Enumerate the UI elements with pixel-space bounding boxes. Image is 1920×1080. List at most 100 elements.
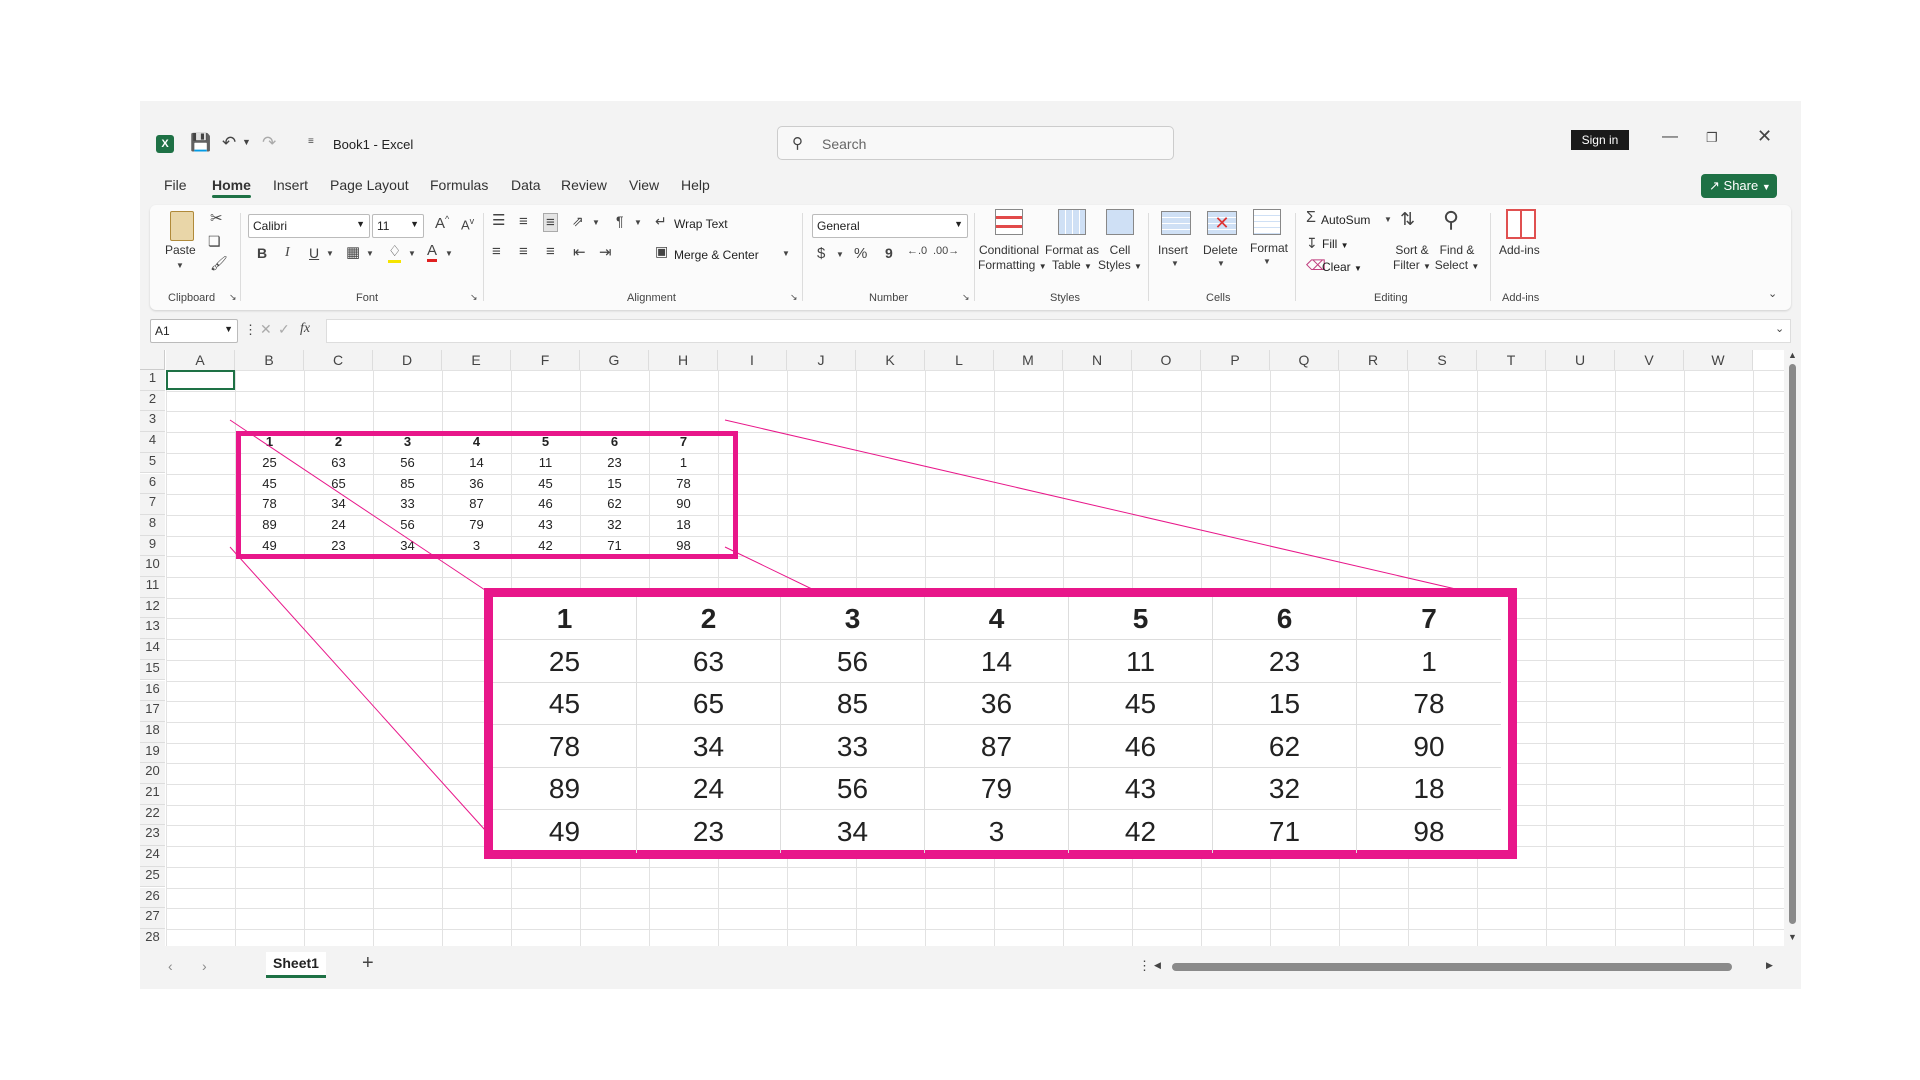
tab-split-icon[interactable]: ⋮ <box>1138 958 1151 974</box>
text-direction-icon[interactable]: ¶ <box>616 213 624 229</box>
name-box[interactable]: A1 ▼ <box>150 319 238 343</box>
fill-icon[interactable]: ↧ <box>1306 235 1318 252</box>
vertical-scroll-thumb[interactable] <box>1789 364 1796 924</box>
copy-icon[interactable]: ❏ <box>208 233 221 250</box>
align-top-icon[interactable]: ☰ <box>492 211 505 229</box>
customize-toolbar-icon[interactable]: ≡ <box>308 136 314 147</box>
increase-indent-icon[interactable]: ⇥ <box>599 243 612 261</box>
merge-center-icon[interactable]: ▣ <box>655 243 668 260</box>
bold-icon[interactable]: B <box>257 245 267 261</box>
delete-dropdown-icon[interactable]: ▼ <box>1217 259 1225 268</box>
expand-formula-icon[interactable]: ⌄ <box>1775 322 1784 335</box>
undo-icon[interactable]: ↶ <box>222 133 236 153</box>
sign-in-button[interactable]: Sign in <box>1571 130 1629 150</box>
cancel-formula-icon[interactable]: ✕ <box>260 321 272 338</box>
cell-styles-button[interactable]: Cell Styles ▼ <box>1098 243 1142 274</box>
decrease-font-icon[interactable]: Av <box>461 216 474 232</box>
increase-font-icon[interactable]: A^ <box>435 214 449 232</box>
formula-input[interactable] <box>326 319 1791 343</box>
horizontal-scroll-thumb[interactable] <box>1172 963 1732 971</box>
add-ins-icon[interactable] <box>1506 209 1536 239</box>
scroll-right-icon[interactable]: ▶ <box>1766 960 1773 971</box>
fill-color-dropdown-icon[interactable]: ▼ <box>408 249 416 258</box>
collapse-ribbon-icon[interactable]: ⌄ <box>1768 287 1777 300</box>
scroll-down-icon[interactable]: ▼ <box>1788 932 1797 942</box>
insert-cells-button[interactable]: Insert <box>1158 243 1188 257</box>
enter-formula-icon[interactable]: ✓ <box>278 321 290 338</box>
percent-icon[interactable]: % <box>854 245 867 262</box>
font-color-dropdown-icon[interactable]: ▼ <box>445 249 453 258</box>
sort-filter-button[interactable]: Sort & Filter ▼ <box>1391 243 1433 274</box>
cell-styles-icon[interactable] <box>1106 209 1134 235</box>
search-box[interactable]: ⚲ Search <box>777 126 1174 160</box>
sheet-tab-sheet1[interactable]: Sheet1 <box>266 952 326 978</box>
restore-icon[interactable]: ❐ <box>1706 130 1718 146</box>
undo-dropdown-icon[interactable]: ▼ <box>242 137 251 147</box>
paste-button[interactable]: Paste <box>165 243 196 257</box>
fill-button[interactable]: Fill ▼ <box>1322 237 1349 251</box>
format-as-table-icon[interactable] <box>1058 209 1086 235</box>
tab-formulas[interactable]: Formulas <box>430 177 488 193</box>
merge-dropdown-icon[interactable]: ▼ <box>782 249 790 258</box>
orientation-icon[interactable]: ⇗ <box>572 213 584 230</box>
add-ins-button[interactable]: Add-ins <box>1499 243 1540 257</box>
delete-cells-button[interactable]: Delete <box>1203 243 1238 257</box>
tab-insert[interactable]: Insert <box>273 177 308 193</box>
scroll-up-icon[interactable]: ▲ <box>1788 350 1797 360</box>
fill-color-icon[interactable]: ♢ <box>388 242 402 263</box>
scroll-left-icon[interactable]: ◀ <box>1154 960 1161 971</box>
insert-cells-icon[interactable] <box>1161 211 1191 235</box>
align-bottom-icon[interactable]: ≡ <box>543 213 558 232</box>
autosum-button[interactable]: AutoSum <box>1321 213 1370 227</box>
tab-view[interactable]: View <box>629 177 659 193</box>
insert-dropdown-icon[interactable]: ▼ <box>1171 259 1179 268</box>
autosum-dropdown-icon[interactable]: ▼ <box>1384 215 1392 224</box>
save-icon[interactable]: 💾 <box>190 133 211 153</box>
add-sheet-icon[interactable]: + <box>362 952 374 975</box>
format-cells-icon[interactable] <box>1253 209 1281 235</box>
autosum-icon[interactable]: Σ <box>1306 209 1316 227</box>
close-icon[interactable]: ✕ <box>1757 126 1772 147</box>
align-middle-icon[interactable]: ≡ <box>519 213 528 230</box>
next-sheet-icon[interactable]: › <box>202 958 207 974</box>
decrease-indent-icon[interactable]: ⇤ <box>573 243 586 261</box>
underline-icon[interactable]: U <box>309 245 319 261</box>
orientation-dropdown-icon[interactable]: ▼ <box>592 218 600 227</box>
text-direction-dropdown-icon[interactable]: ▼ <box>634 218 642 227</box>
paste-icon[interactable] <box>170 211 194 241</box>
more-options-icon[interactable]: ⋮ <box>244 322 257 338</box>
format-dropdown-icon[interactable]: ▼ <box>1263 257 1271 266</box>
prev-sheet-icon[interactable]: ‹ <box>168 958 173 974</box>
align-right-icon[interactable]: ≡ <box>546 243 555 260</box>
paste-dropdown-icon[interactable]: ▼ <box>176 261 184 270</box>
tab-file[interactable]: File <box>164 177 187 193</box>
font-color-icon[interactable]: A <box>427 242 438 262</box>
alignment-launcher-icon[interactable]: ↘ <box>790 292 798 303</box>
borders-icon[interactable]: ▦ <box>346 243 360 261</box>
cut-icon[interactable]: ✂ <box>210 209 223 227</box>
font-name-combo[interactable]: Calibri ▼ <box>248 214 370 238</box>
clear-button[interactable]: Clear ▼ <box>1322 260 1362 274</box>
font-launcher-icon[interactable]: ↘ <box>470 292 478 303</box>
increase-decimal-icon[interactable]: ←.0 <box>907 245 927 257</box>
format-cells-button[interactable]: Format <box>1250 241 1288 255</box>
clipboard-launcher-icon[interactable]: ↘ <box>229 292 237 303</box>
minimize-icon[interactable]: — <box>1662 128 1678 146</box>
share-button[interactable]: ↗ Share ▼ <box>1701 174 1777 198</box>
currency-icon[interactable]: $ <box>817 245 825 262</box>
tab-home[interactable]: Home <box>212 177 251 198</box>
decrease-decimal-icon[interactable]: .00→ <box>933 245 959 257</box>
number-format-combo[interactable]: General ▼ <box>812 214 968 238</box>
conditional-formatting-button[interactable]: Conditional Formatting ▼ <box>978 243 1047 274</box>
delete-cells-icon[interactable]: ✕ <box>1207 211 1237 235</box>
tab-review[interactable]: Review <box>561 177 607 193</box>
format-painter-icon[interactable]: 🖌 <box>210 255 228 272</box>
align-center-icon[interactable]: ≡ <box>519 243 528 260</box>
find-select-icon[interactable]: ⚲ <box>1443 207 1459 233</box>
sort-filter-icon[interactable]: ⇅ <box>1400 209 1415 230</box>
conditional-formatting-icon[interactable] <box>995 209 1023 235</box>
insert-function-icon[interactable]: fx <box>300 321 310 337</box>
vertical-scrollbar[interactable]: ▲ ▼ <box>1784 350 1801 946</box>
redo-icon[interactable]: ↷ <box>262 133 276 153</box>
format-as-table-button[interactable]: Format as Table ▼ <box>1044 243 1100 274</box>
